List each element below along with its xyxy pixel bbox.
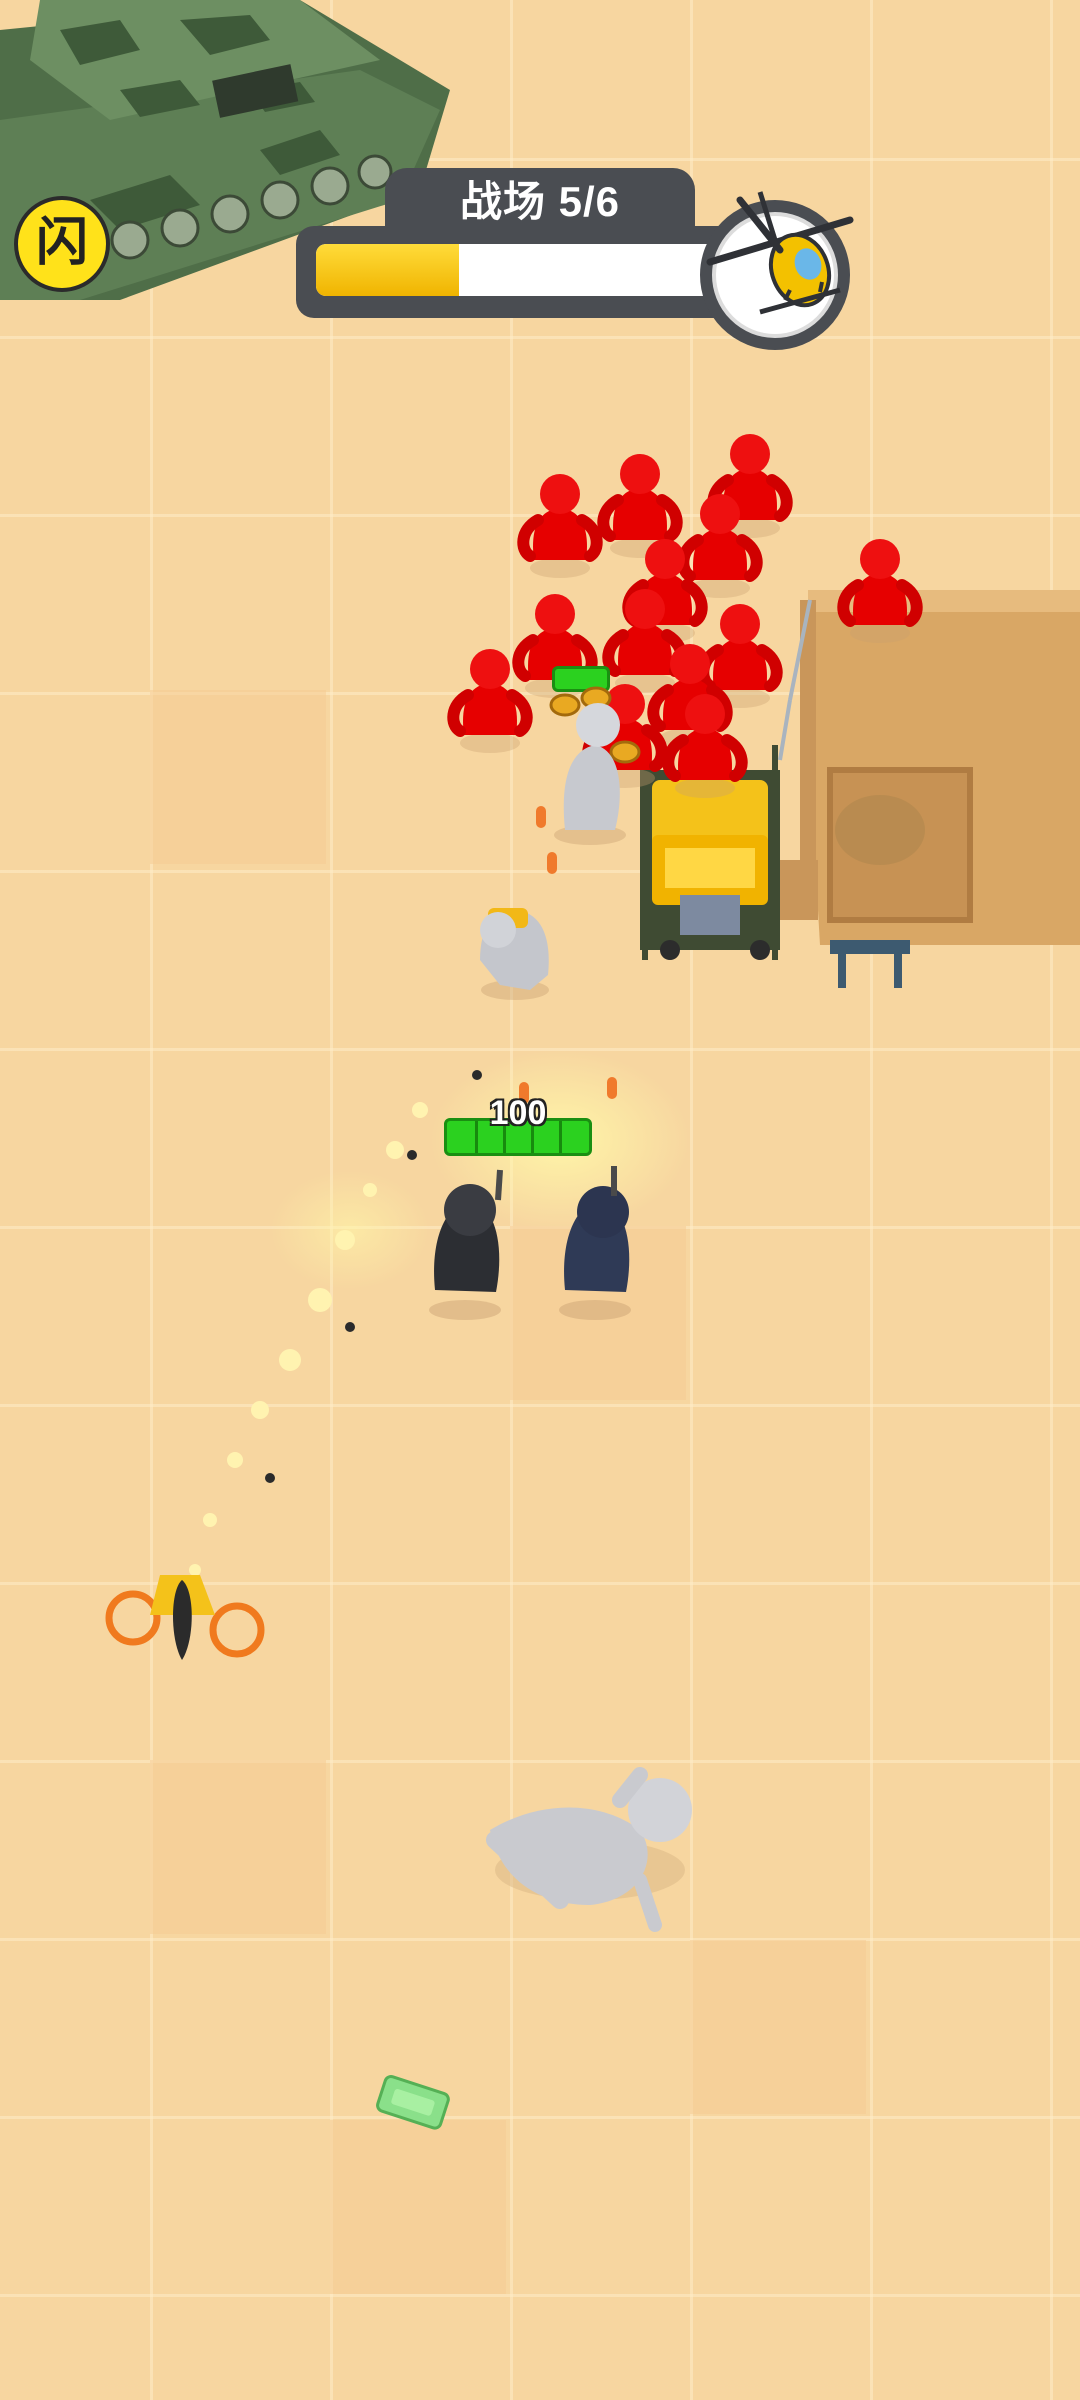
- allies-and-effects: [105, 703, 692, 2130]
- squad-health-value: 100: [489, 1094, 547, 1132]
